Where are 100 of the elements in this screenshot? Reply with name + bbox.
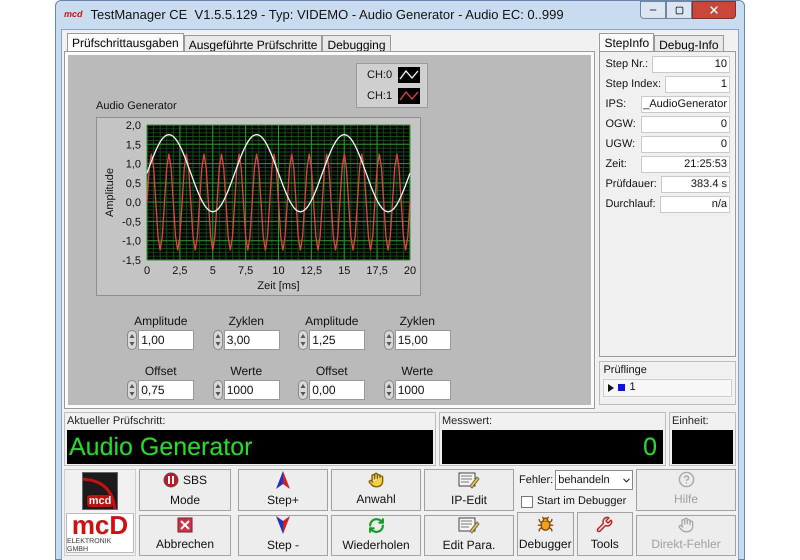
app-icon: mcd [64, 8, 83, 22]
numeric-field[interactable]: 0,75 [138, 380, 194, 400]
info-value: 0 [641, 116, 730, 133]
numeric-field[interactable]: 0,00 [309, 380, 366, 400]
hand-icon [678, 517, 694, 534]
tab[interactable]: Ausgeführte Prüfschritte [184, 35, 322, 51]
tick-label: 2,0 [126, 120, 141, 132]
tick-label: 10 [272, 265, 285, 277]
spinner-arrows-icon[interactable] [127, 330, 138, 350]
info-value: n/a [660, 196, 730, 213]
control-label: Zyklen [400, 313, 435, 330]
toolbar-button[interactable]: Step+ [238, 469, 328, 510]
tab[interactable]: Prüfschrittausgaben [67, 33, 184, 51]
tick-label: 17,5 [366, 265, 388, 277]
tick-label: 0,0 [126, 197, 141, 210]
toolbar-button[interactable]: SBS Mode [139, 469, 231, 510]
close-button[interactable] [692, 1, 736, 19]
spinner-arrows-icon[interactable] [212, 380, 223, 400]
info-label: OGW: [605, 117, 637, 132]
maximize-icon [674, 6, 684, 14]
control-label: Werte [230, 363, 262, 380]
info-label: IPS: [605, 97, 628, 112]
wrench-icon [596, 516, 614, 532]
info-value: 383.4 s [660, 176, 730, 193]
window-title: TestManager CE V1.5.5.129 - Typ: VIDEMO - Audio Generator - Audio EC: 0..999 [90, 6, 564, 24]
spinner-arrows-icon[interactable] [127, 380, 138, 400]
tab[interactable]: Debug-Info [654, 35, 724, 51]
tick-label: 0,5 [126, 178, 141, 190]
toolbar-button[interactable]: Step - [238, 514, 328, 556]
group-title: Prüflinge [603, 363, 648, 378]
legend-label: CH:0 [367, 68, 392, 83]
info-value: _AudioGenerator [641, 96, 730, 113]
edit-document-icon [458, 516, 480, 534]
tick-label: 1,0 [126, 158, 141, 171]
spinner-arrows-icon[interactable] [384, 330, 394, 350]
control-label: Amplitude [134, 313, 188, 330]
toolbar-button[interactable]: Edit Para. [424, 514, 514, 556]
toolbar-button[interactable]: Anwahl [331, 469, 421, 510]
legend-swatch [398, 67, 420, 84]
status-label: Aktueller Prüfschritt: [67, 414, 166, 429]
info-label: UGW: [605, 137, 636, 152]
logo-badge: mcd [82, 472, 118, 510]
tab[interactable]: Debugging [322, 35, 391, 51]
up-arrow-icon [276, 470, 290, 489]
toolbar-button[interactable]: Wiederholen [331, 514, 421, 556]
tick-label: 15 [338, 265, 350, 277]
numeric-field[interactable]: 1000 [394, 380, 451, 400]
tick-label: 0 [144, 265, 150, 277]
numeric-field[interactable]: 15,00 [394, 330, 451, 350]
spinner-arrows-icon[interactable] [298, 330, 308, 350]
numeric-field[interactable]: 1000 [224, 380, 280, 400]
axis-title: Zeit [ms] [257, 280, 300, 292]
tick-label: -1,5 [122, 255, 141, 267]
spinner-arrows-icon[interactable] [298, 380, 308, 400]
toolbar-button[interactable]: IP-Edit [424, 469, 514, 510]
toolbar-button[interactable]: Tools [576, 512, 633, 556]
unit-display [672, 430, 733, 464]
info-value: 10 [652, 56, 730, 73]
info-value: 1 [665, 76, 730, 93]
numeric-field[interactable]: 1,25 [309, 330, 366, 350]
maximize-button[interactable] [666, 1, 692, 19]
tick-label: -0,5 [122, 216, 141, 228]
value-display: 0 [442, 430, 663, 464]
legend-swatch [398, 88, 420, 104]
numeric-field[interactable]: 3,00 [224, 330, 280, 350]
control-label: Offset [316, 363, 348, 380]
spinner-arrows-icon[interactable] [212, 330, 223, 350]
control-label: Offset [144, 363, 177, 380]
checkbox-label: Start im Debugger [537, 494, 626, 510]
checkbox[interactable] [521, 496, 533, 508]
tick-label: 1,5 [126, 139, 141, 152]
bug-icon [536, 516, 554, 532]
cancel-icon [177, 517, 193, 534]
info-value: 0 [641, 136, 730, 153]
error-dropdown[interactable]: behandeln [555, 470, 633, 490]
status-label: Einheit: [672, 414, 710, 429]
status-label: Messwert: [442, 414, 494, 429]
help-icon [678, 471, 694, 488]
spinner-arrows-icon[interactable] [384, 380, 394, 400]
tick-label: 20 [404, 265, 416, 277]
pause-icon [162, 472, 179, 488]
tick-label: 2,5 [172, 265, 188, 277]
axis-title: Amplitude [104, 168, 116, 217]
info-label: Zeit: [605, 157, 628, 172]
expand-arrow-icon[interactable] [608, 384, 614, 392]
info-label: Step Index: [605, 77, 662, 92]
close-icon [708, 4, 720, 16]
info-label: Step Nr.: [605, 57, 650, 72]
hand-icon [368, 472, 384, 488]
tree-item[interactable]: 1 [629, 379, 636, 396]
toolbar-button[interactable]: Abbrechen [139, 514, 231, 556]
tick-label: 12,5 [300, 265, 322, 277]
tick-label: 7,5 [238, 265, 254, 277]
tick-label: 5 [210, 265, 216, 277]
down-arrow-icon [276, 516, 290, 534]
toolbar-button[interactable]: Debugger [517, 512, 574, 556]
numeric-field[interactable]: 1,00 [138, 330, 194, 350]
tab[interactable]: StepInfo [599, 33, 654, 51]
legend-label: CH:1 [367, 88, 392, 104]
edit-document-icon [458, 470, 480, 489]
